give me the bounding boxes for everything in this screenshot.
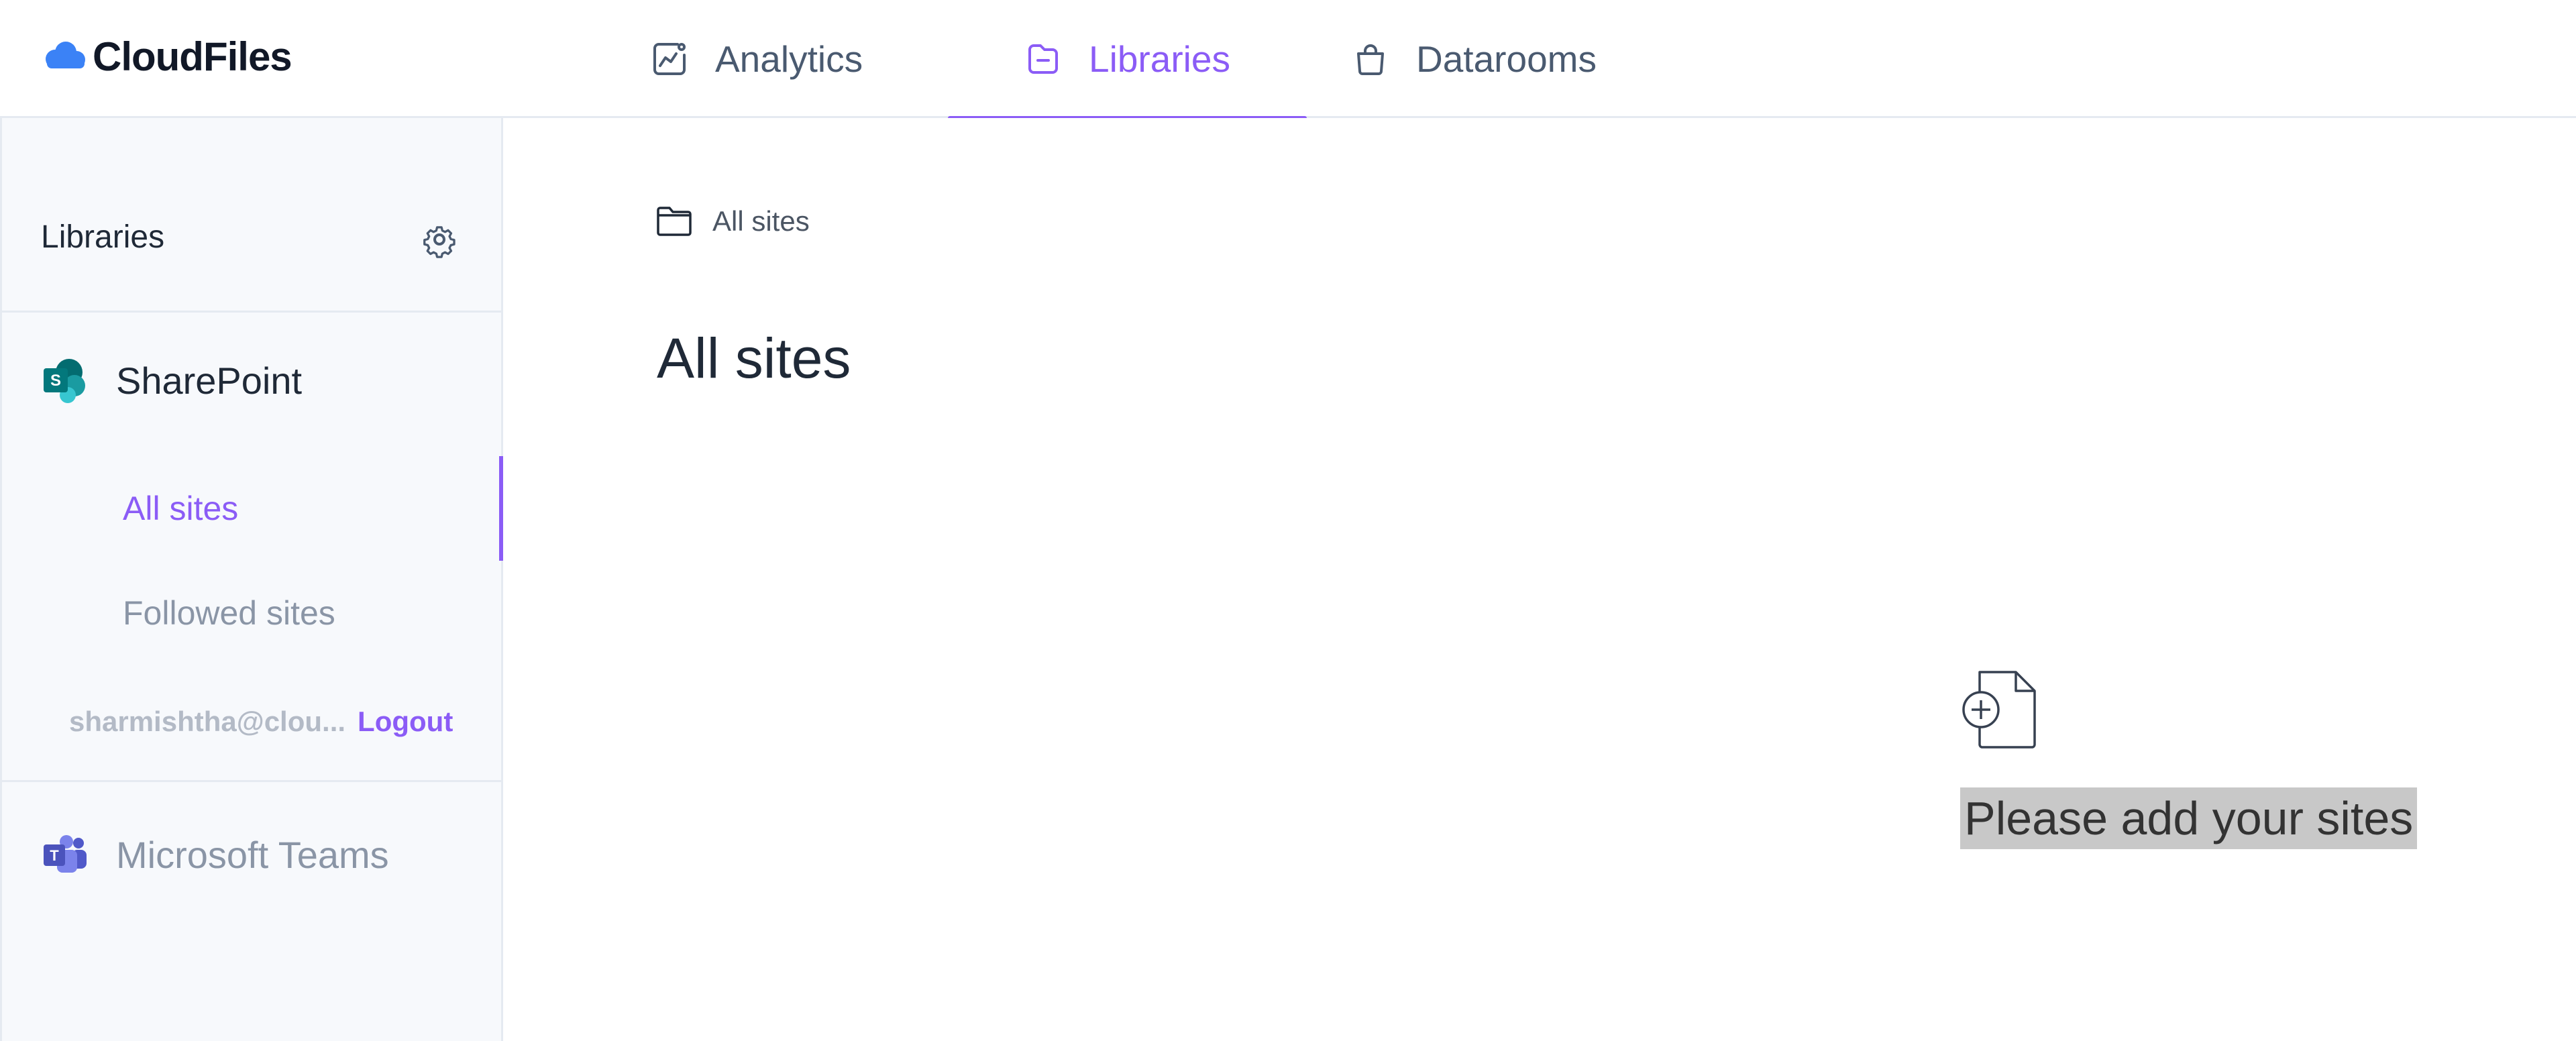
- sidebar-item-all-sites[interactable]: All sites: [2, 456, 503, 561]
- folder-icon: [657, 207, 692, 236]
- tab-analytics[interactable]: Analytics: [651, 0, 863, 118]
- sidebar-provider-microsoft-teams[interactable]: T Microsoft Teams: [41, 833, 389, 877]
- bag-icon: [1357, 44, 1384, 75]
- sidebar: Libraries S SharePoint All sites Followe…: [0, 118, 503, 1041]
- library-icon: [1028, 44, 1059, 74]
- gear-icon[interactable]: [421, 221, 458, 258]
- sharepoint-icon: S: [44, 359, 85, 403]
- account-row: sharmishtha@clou... Logout: [69, 706, 453, 738]
- sidebar-divider: [2, 780, 503, 782]
- page-title: All sites: [657, 327, 851, 390]
- account-email: sharmishtha@clou...: [69, 706, 346, 737]
- logout-link[interactable]: Logout: [358, 706, 453, 738]
- tab-libraries[interactable]: Libraries: [948, 0, 1307, 120]
- sidebar-header: Libraries: [2, 118, 503, 313]
- tab-datarooms-label: Datarooms: [1416, 38, 1597, 80]
- sharepoint-label: SharePoint: [116, 359, 303, 402]
- teams-icon: T: [44, 834, 87, 873]
- sidebar-title: Libraries: [41, 219, 165, 255]
- sidebar-item-followed-sites[interactable]: Followed sites: [2, 561, 503, 665]
- tab-libraries-label: Libraries: [1089, 38, 1230, 80]
- svg-text:T: T: [50, 847, 59, 864]
- app-logo[interactable]: CloudFiles: [40, 30, 292, 83]
- empty-state-message: Please add your sites: [1960, 787, 2418, 849]
- teams-label: Microsoft Teams: [116, 834, 389, 876]
- sidebar-provider-sharepoint[interactable]: S SharePoint: [41, 356, 302, 404]
- app-name: CloudFiles: [93, 34, 292, 79]
- cloud-logo-icon: [46, 42, 85, 68]
- tab-analytics-label: Analytics: [715, 38, 863, 80]
- top-header: CloudFiles Analytics Libraries Datarooms: [0, 0, 2576, 120]
- main-content: All sites All sites Please add your site…: [505, 118, 2576, 1041]
- breadcrumb[interactable]: All sites: [656, 205, 810, 237]
- svg-text:S: S: [50, 372, 61, 390]
- tab-datarooms[interactable]: Datarooms: [1352, 0, 1597, 118]
- breadcrumb-label: All sites: [712, 205, 810, 237]
- add-file-icon[interactable]: [1961, 669, 2041, 750]
- chart-icon: [653, 43, 686, 75]
